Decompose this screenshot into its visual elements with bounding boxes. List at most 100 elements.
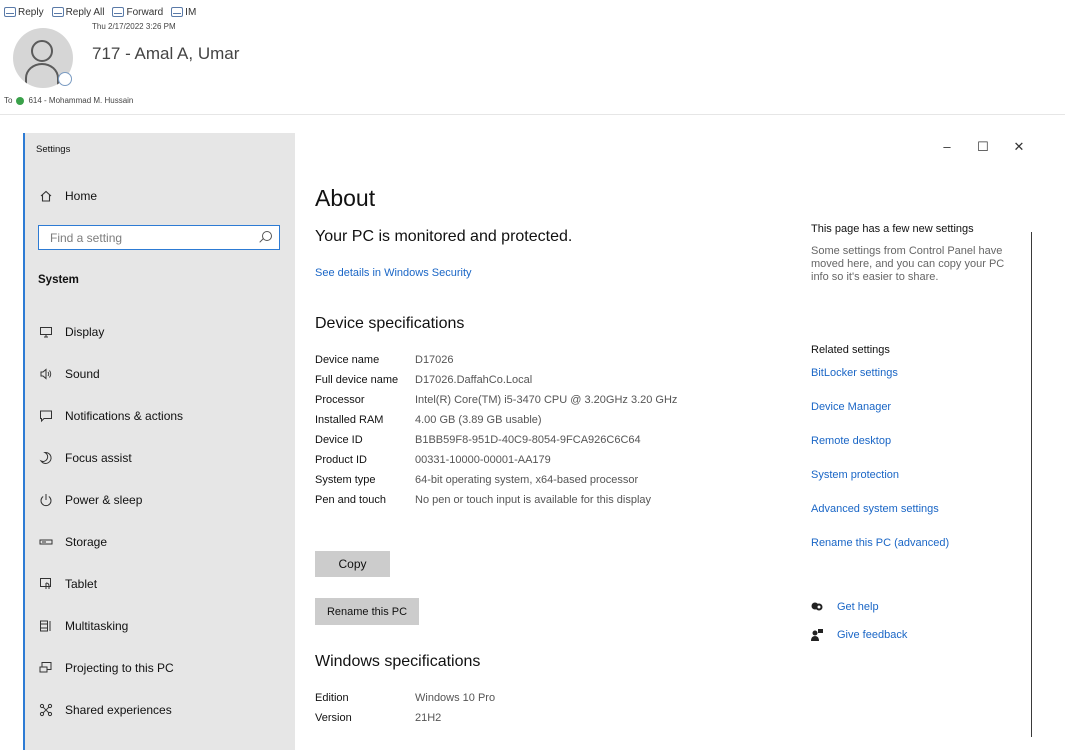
device-specs-heading: Device specifications bbox=[315, 315, 465, 332]
nav-item-sound[interactable]: Sound bbox=[39, 353, 183, 395]
nav-item-multitasking[interactable]: Multitasking bbox=[39, 605, 183, 647]
email-toolbar: Reply Reply All Forward IM bbox=[4, 4, 196, 20]
minimize-button[interactable]: – bbox=[929, 139, 965, 155]
spec-value: D17026 bbox=[415, 354, 454, 366]
spec-key: Processor bbox=[315, 394, 365, 406]
nav-item-focus-assist[interactable]: Focus assist bbox=[39, 437, 183, 479]
search-box[interactable] bbox=[38, 225, 280, 250]
windows-specs-heading: Windows specifications bbox=[315, 653, 481, 670]
im-button[interactable]: IM bbox=[171, 7, 196, 18]
spec-value: No pen or touch input is available for t… bbox=[415, 494, 652, 506]
forward-label: Forward bbox=[126, 6, 164, 18]
bitlocker-settings-link[interactable]: BitLocker settings bbox=[811, 367, 949, 401]
nav-item-shared-experiences[interactable]: Shared experiences bbox=[39, 689, 183, 731]
reply-all-button[interactable]: Reply All bbox=[51, 6, 105, 18]
nav-label: Projecting to this PC bbox=[65, 661, 174, 675]
notice-title: This page has a few new settings bbox=[811, 223, 974, 235]
spec-row: Device name D17026 bbox=[315, 353, 695, 370]
search-input[interactable] bbox=[48, 229, 252, 246]
nav-item-projecting[interactable]: Projecting to this PC bbox=[39, 647, 183, 689]
give-feedback-item[interactable]: Give feedback bbox=[811, 621, 907, 649]
projecting-icon bbox=[39, 661, 53, 675]
window-controls: – ☐ ✕ bbox=[929, 139, 1037, 155]
nav-list: Display Sound Notifications & actions Fo… bbox=[39, 311, 183, 731]
spec-key: Edition bbox=[315, 692, 349, 704]
power-icon bbox=[39, 493, 53, 507]
help-list: Get help Give feedback bbox=[811, 593, 907, 649]
nav-label: Power & sleep bbox=[65, 493, 143, 507]
copy-button[interactable]: Copy bbox=[315, 551, 390, 577]
spec-row: Processor Intel(R) Core(TM) i5-3470 CPU @… bbox=[315, 393, 695, 410]
home-icon bbox=[39, 189, 53, 203]
close-button[interactable]: ✕ bbox=[1001, 139, 1037, 155]
reply-all-icon bbox=[51, 7, 64, 17]
nav-label: Sound bbox=[65, 367, 100, 381]
reply-button[interactable]: Reply bbox=[4, 7, 44, 18]
storage-icon bbox=[39, 535, 53, 549]
related-settings-title: Related settings bbox=[811, 344, 890, 356]
spec-value: 4.00 GB (3.89 GB usable) bbox=[415, 414, 542, 426]
rename-pc-button[interactable]: Rename this PC bbox=[315, 598, 419, 625]
nav-item-notifications[interactable]: Notifications & actions bbox=[39, 395, 183, 437]
settings-window: Settings Home System Display Sound Notif… bbox=[23, 133, 1043, 750]
protection-status: Your PC is monitored and protected. bbox=[315, 228, 573, 245]
spec-row: Version 21H2 bbox=[315, 711, 695, 728]
search-icon bbox=[262, 231, 272, 241]
reply-all-label: Reply All bbox=[65, 6, 105, 18]
im-icon bbox=[171, 7, 184, 17]
device-specs-table: Device name D17026 Full device name D17026… bbox=[315, 353, 695, 513]
presence-status-icon bbox=[58, 72, 72, 86]
get-help-item[interactable]: Get help bbox=[811, 593, 907, 621]
nav-label: Shared experiences bbox=[65, 703, 172, 717]
spec-row: Installed RAM 4.00 GB (3.89 GB usable) bbox=[315, 413, 695, 430]
give-feedback-link[interactable]: Give feedback bbox=[837, 629, 907, 641]
rename-pc-advanced-link[interactable]: Rename this PC (advanced) bbox=[811, 537, 949, 571]
related-settings-list: BitLocker settings Device Manager Remote… bbox=[811, 367, 949, 571]
windows-security-link[interactable]: See details in Windows Security bbox=[315, 267, 472, 279]
to-line: To 614 - Mohammad M. Hussain bbox=[4, 96, 133, 105]
sender-name[interactable]: 717 - Amal A, Umar bbox=[92, 44, 239, 64]
avatar-head-icon bbox=[31, 40, 53, 62]
spec-row: Edition Windows 10 Pro bbox=[315, 691, 695, 708]
advanced-system-settings-link[interactable]: Advanced system settings bbox=[811, 503, 949, 537]
spec-value: 64-bit operating system, x64-based proce… bbox=[415, 474, 639, 486]
moon-icon bbox=[39, 451, 53, 465]
nav-label: Notifications & actions bbox=[65, 409, 184, 423]
device-manager-link[interactable]: Device Manager bbox=[811, 401, 949, 435]
nav-label: Focus assist bbox=[65, 451, 132, 465]
spec-row: Pen and touch No pen or touch input is av… bbox=[315, 493, 695, 510]
system-protection-link[interactable]: System protection bbox=[811, 469, 949, 503]
im-label: IM bbox=[185, 6, 197, 18]
spec-row: System type 64-bit operating system, x64-… bbox=[315, 473, 695, 490]
nav-item-power-sleep[interactable]: Power & sleep bbox=[39, 479, 183, 521]
section-label: System bbox=[38, 274, 79, 286]
spec-value: 00331-10000-00001-AA179 bbox=[415, 454, 551, 466]
reply-icon bbox=[4, 7, 16, 17]
spec-key: Installed RAM bbox=[315, 414, 384, 426]
spec-value: 21H2 bbox=[415, 712, 442, 724]
multitasking-icon bbox=[39, 619, 53, 633]
nav-label: Storage bbox=[65, 535, 108, 549]
get-help-link[interactable]: Get help bbox=[837, 601, 879, 613]
nav-home[interactable]: Home bbox=[39, 189, 97, 203]
notice-body: Some settings from Control Panel have mo… bbox=[811, 245, 1005, 283]
remote-desktop-link[interactable]: Remote desktop bbox=[811, 435, 949, 469]
nav-item-storage[interactable]: Storage bbox=[39, 521, 183, 563]
reply-label: Reply bbox=[18, 6, 44, 18]
monitor-icon bbox=[39, 325, 53, 339]
nav-label: Tablet bbox=[65, 577, 98, 591]
forward-icon bbox=[112, 7, 125, 17]
maximize-button[interactable]: ☐ bbox=[965, 139, 1001, 155]
email-date: Thu 2/17/2022 3:26 PM bbox=[92, 22, 176, 31]
spec-key: Pen and touch bbox=[315, 494, 386, 506]
scrollbar[interactable] bbox=[1031, 232, 1032, 737]
notification-icon bbox=[39, 409, 53, 423]
page-title: About bbox=[315, 185, 376, 211]
recipient-name[interactable]: 614 - Mohammad M. Hussain bbox=[28, 96, 133, 105]
windows-specs-table: Edition Windows 10 Pro Version 21H2 bbox=[315, 691, 695, 731]
nav-item-tablet[interactable]: Tablet bbox=[39, 563, 183, 605]
spec-key: Full device name bbox=[315, 374, 399, 386]
nav-item-display[interactable]: Display bbox=[39, 311, 183, 353]
forward-button[interactable]: Forward bbox=[112, 7, 163, 18]
recipient-status-icon bbox=[16, 96, 25, 105]
